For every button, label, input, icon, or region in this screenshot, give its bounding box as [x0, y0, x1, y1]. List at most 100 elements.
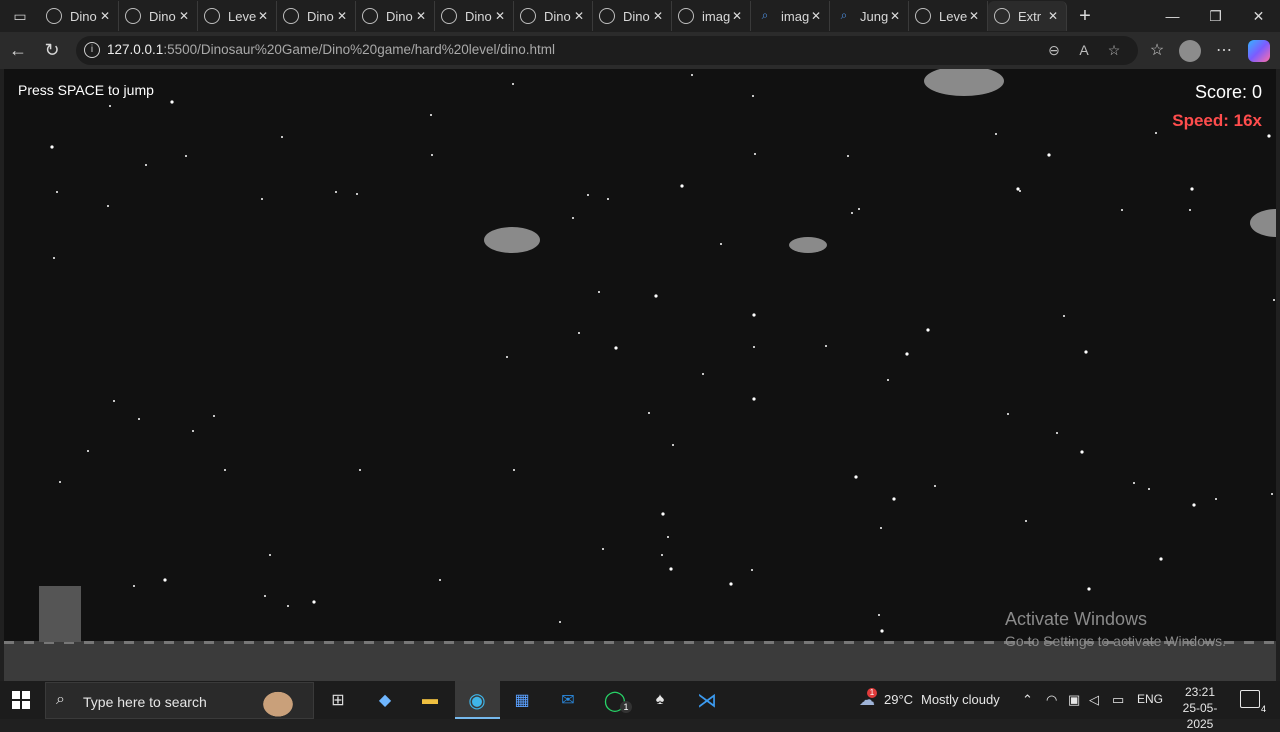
show-hidden-icons-chevron-icon[interactable]: ⌃	[1022, 692, 1033, 708]
edge-browser-icon[interactable]: ◉	[462, 686, 492, 714]
browser-tab[interactable]: Extr ✕	[988, 1, 1067, 31]
browser-tab[interactable]: Dino ✕	[119, 1, 198, 31]
star	[934, 485, 936, 487]
outlook-icon[interactable]: ✉	[553, 686, 583, 714]
refresh-button[interactable]: ↻	[40, 39, 64, 63]
browser-tab[interactable]: ⌕ imag ✕	[751, 1, 830, 31]
star	[261, 198, 263, 200]
browser-tab[interactable]: Dino ✕	[593, 1, 672, 31]
favorites-icon[interactable]: ☆	[1145, 40, 1169, 62]
star	[654, 294, 658, 298]
microsoft-store-icon[interactable]: ▦	[507, 686, 537, 714]
close-tab-icon[interactable]: ✕	[416, 9, 426, 23]
close-tab-icon[interactable]: ✕	[969, 9, 979, 23]
star	[1056, 432, 1058, 434]
vscode-icon[interactable]: ⋊	[692, 686, 722, 714]
star	[138, 418, 140, 420]
close-tab-icon[interactable]: ✕	[179, 9, 189, 23]
close-tab-icon[interactable]: ✕	[100, 9, 110, 23]
profile-avatar[interactable]	[1179, 40, 1201, 62]
meet-now-icon[interactable]: ▣	[1068, 692, 1080, 708]
tab-title: Dino	[465, 8, 492, 24]
close-tab-icon[interactable]: ✕	[495, 9, 505, 23]
close-tab-icon[interactable]: ✕	[258, 9, 268, 23]
star	[1063, 315, 1065, 317]
url-text[interactable]: 127.0.0.1:5500/Dinosaur%20Game/Dino%20ga…	[107, 42, 555, 57]
site-info-icon[interactable]: i	[84, 42, 100, 58]
battery-icon[interactable]: ▭	[1112, 692, 1124, 708]
weather-condition[interactable]: Mostly cloudy	[921, 692, 1000, 707]
browser-tab[interactable]: Leve ✕	[198, 1, 277, 31]
address-toolbar: ← ↻ i 127.0.0.1:5500/Dinosaur%20Game/Din…	[0, 32, 1280, 69]
restore-button[interactable]: ❐	[1194, 0, 1237, 32]
network-icon[interactable]: ◠	[1046, 692, 1057, 708]
back-button[interactable]: ←	[6, 39, 30, 63]
tab-actions-button[interactable]: ▭	[0, 0, 40, 32]
browser-tab[interactable]: Dino ✕	[356, 1, 435, 31]
copilot-icon[interactable]	[1248, 40, 1270, 62]
star	[1016, 187, 1020, 191]
settings-more-icon[interactable]: ⋯	[1212, 40, 1236, 62]
star	[1047, 153, 1051, 157]
close-tab-icon[interactable]: ✕	[653, 9, 663, 23]
browser-tab[interactable]: Dino ✕	[277, 1, 356, 31]
file-explorer-icon[interactable]: ▬	[415, 686, 445, 714]
star	[1159, 557, 1163, 561]
close-tab-icon[interactable]: ✕	[1048, 9, 1058, 23]
star	[359, 469, 361, 471]
copilot-taskbar-icon[interactable]: ◆	[370, 686, 400, 714]
star	[720, 243, 722, 245]
close-tab-icon[interactable]: ✕	[574, 9, 584, 23]
browser-tab[interactable]: Dino ✕	[40, 1, 119, 31]
star	[880, 629, 884, 633]
zoom-icon[interactable]: ⊖	[1044, 42, 1064, 59]
close-tab-icon[interactable]: ✕	[337, 9, 347, 23]
game-canvas[interactable]	[4, 69, 1276, 681]
tab-title: Extr	[1018, 8, 1042, 24]
star	[825, 345, 827, 347]
tab-title: Dino	[386, 8, 413, 24]
watermark-subtitle: Go to Settings to activate Windows.	[1005, 633, 1226, 649]
tab-title: imag	[702, 8, 731, 24]
star	[1121, 209, 1123, 211]
browser-tab[interactable]: Leve ✕	[909, 1, 988, 31]
star	[185, 155, 187, 157]
star	[1271, 493, 1273, 495]
start-button[interactable]	[12, 691, 30, 709]
taskbar-search-box[interactable]: ⌕ Type here to search	[45, 682, 314, 719]
volume-icon[interactable]: ◁	[1089, 692, 1099, 708]
browser-tab[interactable]: ⌕ Jung ✕	[830, 1, 909, 31]
star	[281, 136, 283, 138]
minimize-button[interactable]: —	[1151, 0, 1194, 32]
notification-center-icon[interactable]: 4	[1240, 690, 1266, 714]
close-window-button[interactable]: ✕	[1237, 0, 1280, 32]
star	[854, 475, 858, 479]
address-bar[interactable]: i 127.0.0.1:5500/Dinosaur%20Game/Dino%20…	[76, 36, 1138, 65]
star	[1189, 209, 1191, 211]
weather-badge: 1	[867, 688, 877, 698]
tab-title: Dino	[70, 8, 97, 24]
watermark-title: Activate Windows	[1005, 609, 1148, 629]
star	[702, 373, 704, 375]
star	[858, 208, 860, 210]
star	[559, 621, 561, 623]
browser-tab[interactable]: imag ✕	[672, 1, 751, 31]
close-tab-icon[interactable]: ✕	[890, 9, 900, 23]
star	[753, 346, 755, 348]
close-tab-icon[interactable]: ✕	[811, 9, 821, 23]
star	[661, 512, 665, 516]
weather-temperature[interactable]: 29°C	[884, 692, 913, 707]
star	[50, 145, 54, 149]
new-tab-button[interactable]: +	[1067, 5, 1103, 28]
solitaire-icon[interactable]: ♠	[645, 686, 675, 714]
input-language[interactable]: ENG	[1137, 692, 1163, 706]
system-clock[interactable]: 23:21 25-05-2025	[1172, 684, 1228, 732]
close-tab-icon[interactable]: ✕	[732, 9, 742, 23]
star	[287, 605, 289, 607]
task-view-icon[interactable]: ⊞	[323, 686, 353, 714]
browser-tab[interactable]: Dino ✕	[514, 1, 593, 31]
favorite-star-icon[interactable]: ☆	[1104, 42, 1124, 59]
browser-tab[interactable]: Dino ✕	[435, 1, 514, 31]
star	[587, 194, 589, 196]
read-aloud-icon[interactable]: A	[1074, 42, 1094, 58]
